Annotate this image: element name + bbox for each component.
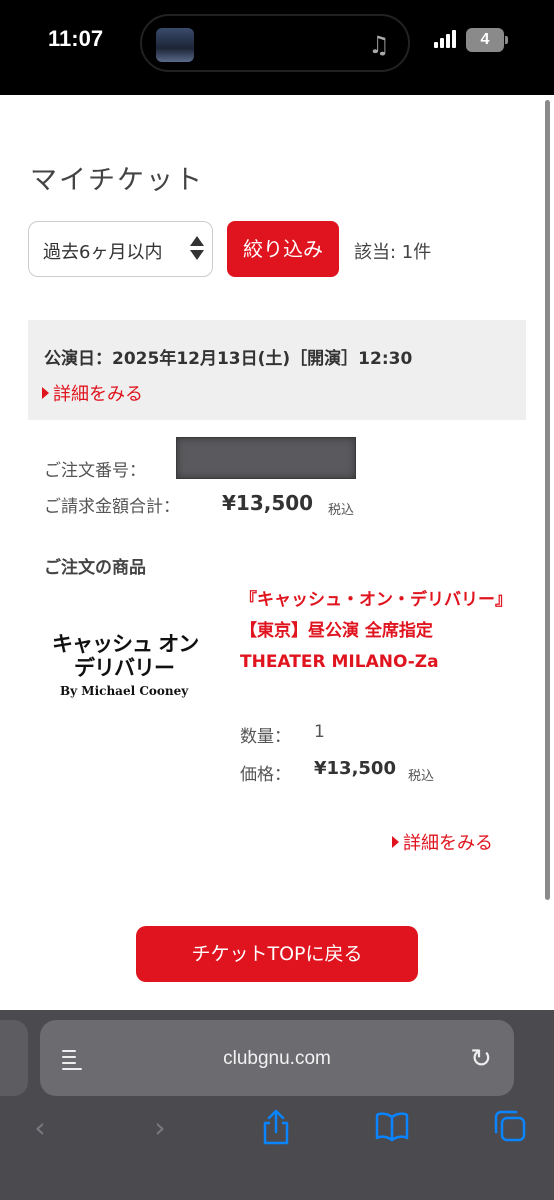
- product-detail-link-label: 詳細をみる: [403, 833, 493, 854]
- now-playing-artwork: [156, 28, 194, 62]
- quantity-label: 数量：: [240, 727, 291, 747]
- scrollbar[interactable]: [545, 100, 550, 900]
- performance-detail-link[interactable]: 詳細をみる: [42, 380, 143, 406]
- back-icon[interactable]: ‹: [22, 1108, 58, 1148]
- period-select-value: 過去6ヶ月以内: [43, 242, 163, 263]
- result-count: 該当: 1件: [354, 242, 432, 263]
- product-name-link[interactable]: 『キャッシュ・オン・デリバリー』【東京】昼公演 全席指定 THEATER MIL…: [240, 585, 510, 678]
- select-arrows-icon: [190, 234, 204, 264]
- order-number-label: ご注文番号：: [44, 461, 146, 481]
- performance-header: 公演日：2025年12月13日(土)［開演］12:30 詳細をみる: [28, 320, 526, 420]
- product-detail-link[interactable]: 詳細をみる: [392, 829, 493, 855]
- product-logo-line2: デリバリー: [74, 656, 175, 680]
- forward-icon[interactable]: ›: [142, 1108, 178, 1148]
- ordered-items-title: ご注文の商品: [44, 558, 146, 578]
- product-logo-credit: By Michael Cooney: [60, 684, 189, 698]
- total-tax-note: 税込: [328, 503, 355, 518]
- browser-toolbar: clubgnu.com ↻ ‹ ›: [0, 1010, 554, 1200]
- dynamic-island[interactable]: ♫: [140, 14, 410, 72]
- price-tax-note: 税込: [408, 769, 435, 784]
- ticket-top-button[interactable]: チケットTOPに戻る: [136, 926, 418, 982]
- quantity-value: 1: [314, 722, 325, 742]
- status-time: 11:07: [48, 26, 104, 51]
- bookmarks-icon[interactable]: [374, 1108, 410, 1148]
- filter-button[interactable]: 絞り込み: [227, 221, 339, 277]
- previous-tab-preview[interactable]: [0, 1020, 28, 1096]
- order-number-redacted: [176, 437, 356, 479]
- price-label: 価格：: [240, 765, 291, 785]
- performance-date: 公演日：2025年12月13日(土)［開演］12:30: [44, 349, 413, 369]
- reload-icon[interactable]: ↻: [466, 1044, 496, 1074]
- period-select[interactable]: 過去6ヶ月以内: [28, 221, 213, 277]
- total-label: ご請求金額合計：: [44, 497, 180, 517]
- address-bar[interactable]: clubgnu.com ↻: [40, 1020, 514, 1096]
- tabs-icon[interactable]: [492, 1108, 528, 1148]
- status-bar: 11:07 ♫ 4: [0, 0, 554, 95]
- share-icon[interactable]: [258, 1108, 294, 1148]
- product-logo-line1: キャッシュ オン: [52, 632, 199, 656]
- battery-tip: [505, 36, 508, 44]
- caret-right-icon: [392, 836, 399, 848]
- price-value: ¥13,500: [314, 758, 396, 779]
- page-title: マイチケット: [30, 165, 204, 196]
- total-value: ¥13,500: [222, 491, 314, 515]
- product-logo: キャッシュ オン デリバリー By Michael Cooney: [52, 632, 202, 704]
- performance-detail-link-label: 詳細をみる: [53, 384, 143, 405]
- caret-right-icon: [42, 387, 49, 399]
- url-text: clubgnu.com: [223, 1048, 331, 1069]
- battery-icon: 4: [466, 28, 504, 52]
- audio-waveform-icon: ♫: [368, 31, 390, 59]
- cellular-signal-icon: [434, 30, 460, 48]
